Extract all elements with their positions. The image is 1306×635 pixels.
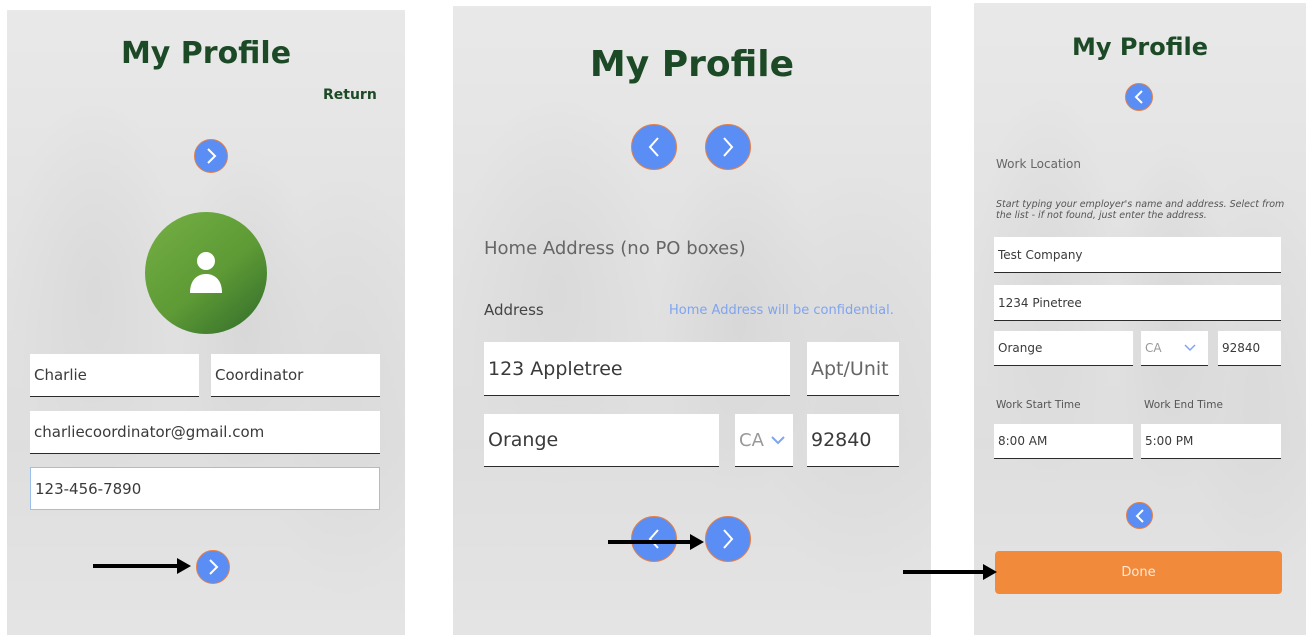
done-button[interactable]: Done	[995, 551, 1282, 594]
employer-hint: Start typing your employer's name and ad…	[996, 199, 1285, 221]
chevron-down-icon	[771, 436, 785, 445]
work-zip-field[interactable]: 92840	[1218, 331, 1281, 366]
first-name-field[interactable]: Charlie	[30, 354, 199, 397]
annotation-arrow	[93, 558, 191, 574]
work-city-field[interactable]: Orange	[994, 331, 1133, 366]
chevron-right-icon	[207, 148, 217, 164]
company-field[interactable]: Test Company	[994, 237, 1281, 273]
chevron-left-icon	[1135, 508, 1144, 523]
chevron-left-icon	[648, 137, 659, 157]
next-button[interactable]	[705, 124, 751, 170]
work-start-label: Work Start Time	[996, 399, 1081, 411]
chevron-right-icon	[723, 529, 734, 549]
confidential-note: Home Address will be confidential.	[669, 303, 894, 318]
return-link[interactable]: Return	[323, 87, 377, 103]
chevron-left-icon	[648, 529, 659, 549]
next-button[interactable]	[194, 139, 228, 173]
work-end-time-field[interactable]: 5:00 PM	[1141, 424, 1281, 459]
chevron-right-icon	[723, 137, 734, 157]
address-label: Address	[484, 301, 544, 319]
back-button[interactable]	[1126, 502, 1153, 529]
annotation-arrow	[608, 534, 704, 550]
back-button[interactable]	[631, 124, 677, 170]
state-value: CA	[739, 429, 764, 451]
work-start-time-field[interactable]: 8:00 AM	[994, 424, 1133, 459]
street-address-field[interactable]: 123 Appletree	[484, 342, 790, 396]
city-field[interactable]: Orange	[484, 414, 719, 467]
profile-screen-work-location: My Profile Work Location Start typing yo…	[974, 3, 1306, 635]
annotation-arrow	[903, 564, 997, 580]
avatar[interactable]	[145, 212, 267, 334]
back-button[interactable]	[1125, 83, 1153, 111]
section-label: Home Address (no PO boxes)	[484, 238, 746, 259]
profile-screen-basic-info: My Profile Return Charlie Coordinator ch…	[7, 10, 405, 635]
next-button[interactable]	[196, 550, 230, 584]
user-icon	[190, 252, 222, 293]
phone-field[interactable]: 123-456-7890	[30, 467, 380, 510]
work-state-select[interactable]: CA	[1141, 331, 1208, 366]
chevron-right-icon	[209, 559, 219, 575]
page-title: My Profile	[120, 36, 292, 71]
state-select[interactable]: CA	[735, 414, 793, 467]
work-street-field[interactable]: 1234 Pinetree	[994, 285, 1281, 321]
next-button[interactable]	[705, 516, 751, 562]
section-label: Work Location	[996, 157, 1081, 171]
back-button[interactable]	[631, 516, 677, 562]
work-end-label: Work End Time	[1144, 399, 1223, 411]
chevron-down-icon	[1184, 344, 1196, 352]
state-value: CA	[1145, 341, 1162, 355]
zip-field[interactable]: 92840	[807, 414, 899, 467]
chevron-left-icon	[1134, 90, 1143, 104]
page-title: My Profile	[589, 44, 795, 85]
apt-unit-field[interactable]: Apt/Unit	[807, 342, 899, 396]
page-title: My Profile	[1071, 33, 1209, 61]
email-field[interactable]: charliecoordinator@gmail.com	[30, 411, 380, 454]
last-name-field[interactable]: Coordinator	[211, 354, 380, 397]
